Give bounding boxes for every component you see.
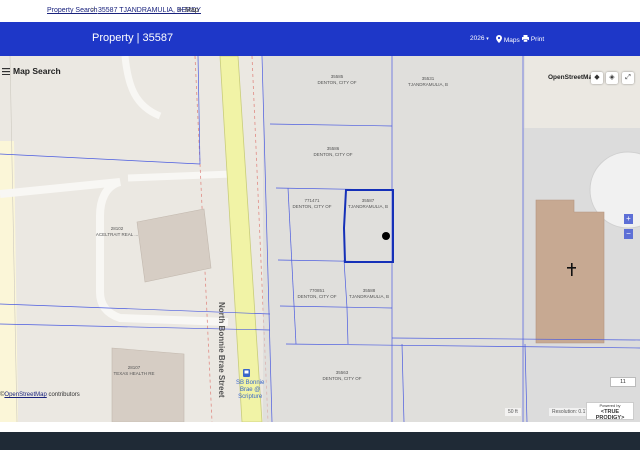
expand-icon: ⤢: [625, 74, 631, 81]
building: [111, 347, 185, 422]
property-location-marker[interactable]: [382, 232, 390, 240]
bus-stop-icon: [243, 369, 250, 377]
stack-icon: ◈: [609, 74, 615, 81]
parcel-label: 35531 TJANDRAMULIA, B: [407, 76, 449, 87]
breadcrumb-separator: >: [91, 7, 96, 14]
north-bonnie-brae-street: [219, 56, 263, 422]
breadcrumb-property-search[interactable]: Property Search: [47, 7, 98, 14]
brand-logo: <TRUE PRODIGY>: [595, 408, 625, 422]
layers-button[interactable]: ◆: [591, 72, 603, 84]
parcel-label: 770851 DENTON, CITY OF: [297, 288, 337, 299]
driveway: [121, 56, 162, 120]
church-building: [535, 199, 605, 344]
parcel-label: 28102 ACELTRAIT REAL ...: [95, 226, 139, 237]
page-header: Property | 35587 2026 ▾ Maps Print: [0, 22, 640, 56]
street-label: North Bonnie Brae Street: [217, 302, 226, 398]
maps-label: Maps: [503, 37, 520, 44]
property-map[interactable]: North Bonnie Brae Street 35585 DENTON, CI…: [0, 56, 640, 422]
parcel-label: 35588 TJANDRAMULIA, B: [348, 288, 390, 299]
basemap-button[interactable]: ◈: [606, 72, 618, 84]
maps-button[interactable]: Maps: [496, 35, 520, 44]
map-search-toggle[interactable]: Map Search: [2, 66, 61, 76]
breadcrumb: Property Search > 35587 TJANDRAMULIA, BE…: [0, 0, 640, 22]
menu-icon: [2, 68, 10, 75]
powered-by-badge[interactable]: Powered by <TRUE PRODIGY>: [586, 402, 634, 422]
breadcrumb-separator: >: [178, 7, 183, 14]
parcel-label: 28107 TEXAS HEALTH RE: [113, 365, 155, 376]
map-canvas[interactable]: [0, 56, 640, 422]
fullscreen-button[interactable]: ⤢: [622, 72, 634, 84]
page-title: Property | 35587: [92, 32, 174, 44]
side-road: [0, 141, 18, 422]
map-pin-icon: [496, 35, 502, 43]
print-button[interactable]: Print: [522, 35, 544, 43]
building: [136, 208, 212, 283]
basemap-label: OpenStreetMap: [548, 74, 597, 81]
parking-road: [127, 170, 233, 182]
breadcrumb-current-map: Map: [185, 7, 199, 14]
bus-stop-label: SB Bonnie Brae @ Scripture: [236, 380, 265, 401]
parcel-label: 35585 DENTON, CITY OF: [317, 74, 357, 85]
zoom-level-indicator: 11: [610, 377, 636, 387]
resolution-readout: Resolution: 0.17: [549, 408, 592, 416]
chevron-down-icon: ▾: [486, 36, 489, 42]
printer-icon: [522, 35, 529, 43]
scale-bar: 50 ft: [505, 408, 521, 416]
osm-attribution-link[interactable]: OpenStreetMap: [4, 392, 46, 398]
zoom-in-button[interactable]: +: [624, 214, 633, 224]
parcel-label: 35563 DENTON, CITY OF: [322, 370, 362, 381]
year-value: 2026: [470, 35, 485, 42]
zoom-out-button[interactable]: −: [624, 229, 633, 239]
parcel-label: 35586 DENTON, CITY OF: [313, 146, 353, 157]
map-attribution: ©OpenStreetMap contributors: [0, 392, 80, 398]
parcel-label: 771471 DENTON, CITY OF: [292, 198, 332, 209]
page-footer: [0, 432, 640, 450]
parcel-label: 35587 TJANDRAMULIA, B: [347, 198, 389, 209]
layers-icon: ◆: [594, 74, 600, 81]
map-search-title: Map Search: [13, 66, 61, 76]
print-label: Print: [530, 36, 545, 43]
year-select[interactable]: 2026 ▾: [470, 35, 489, 42]
